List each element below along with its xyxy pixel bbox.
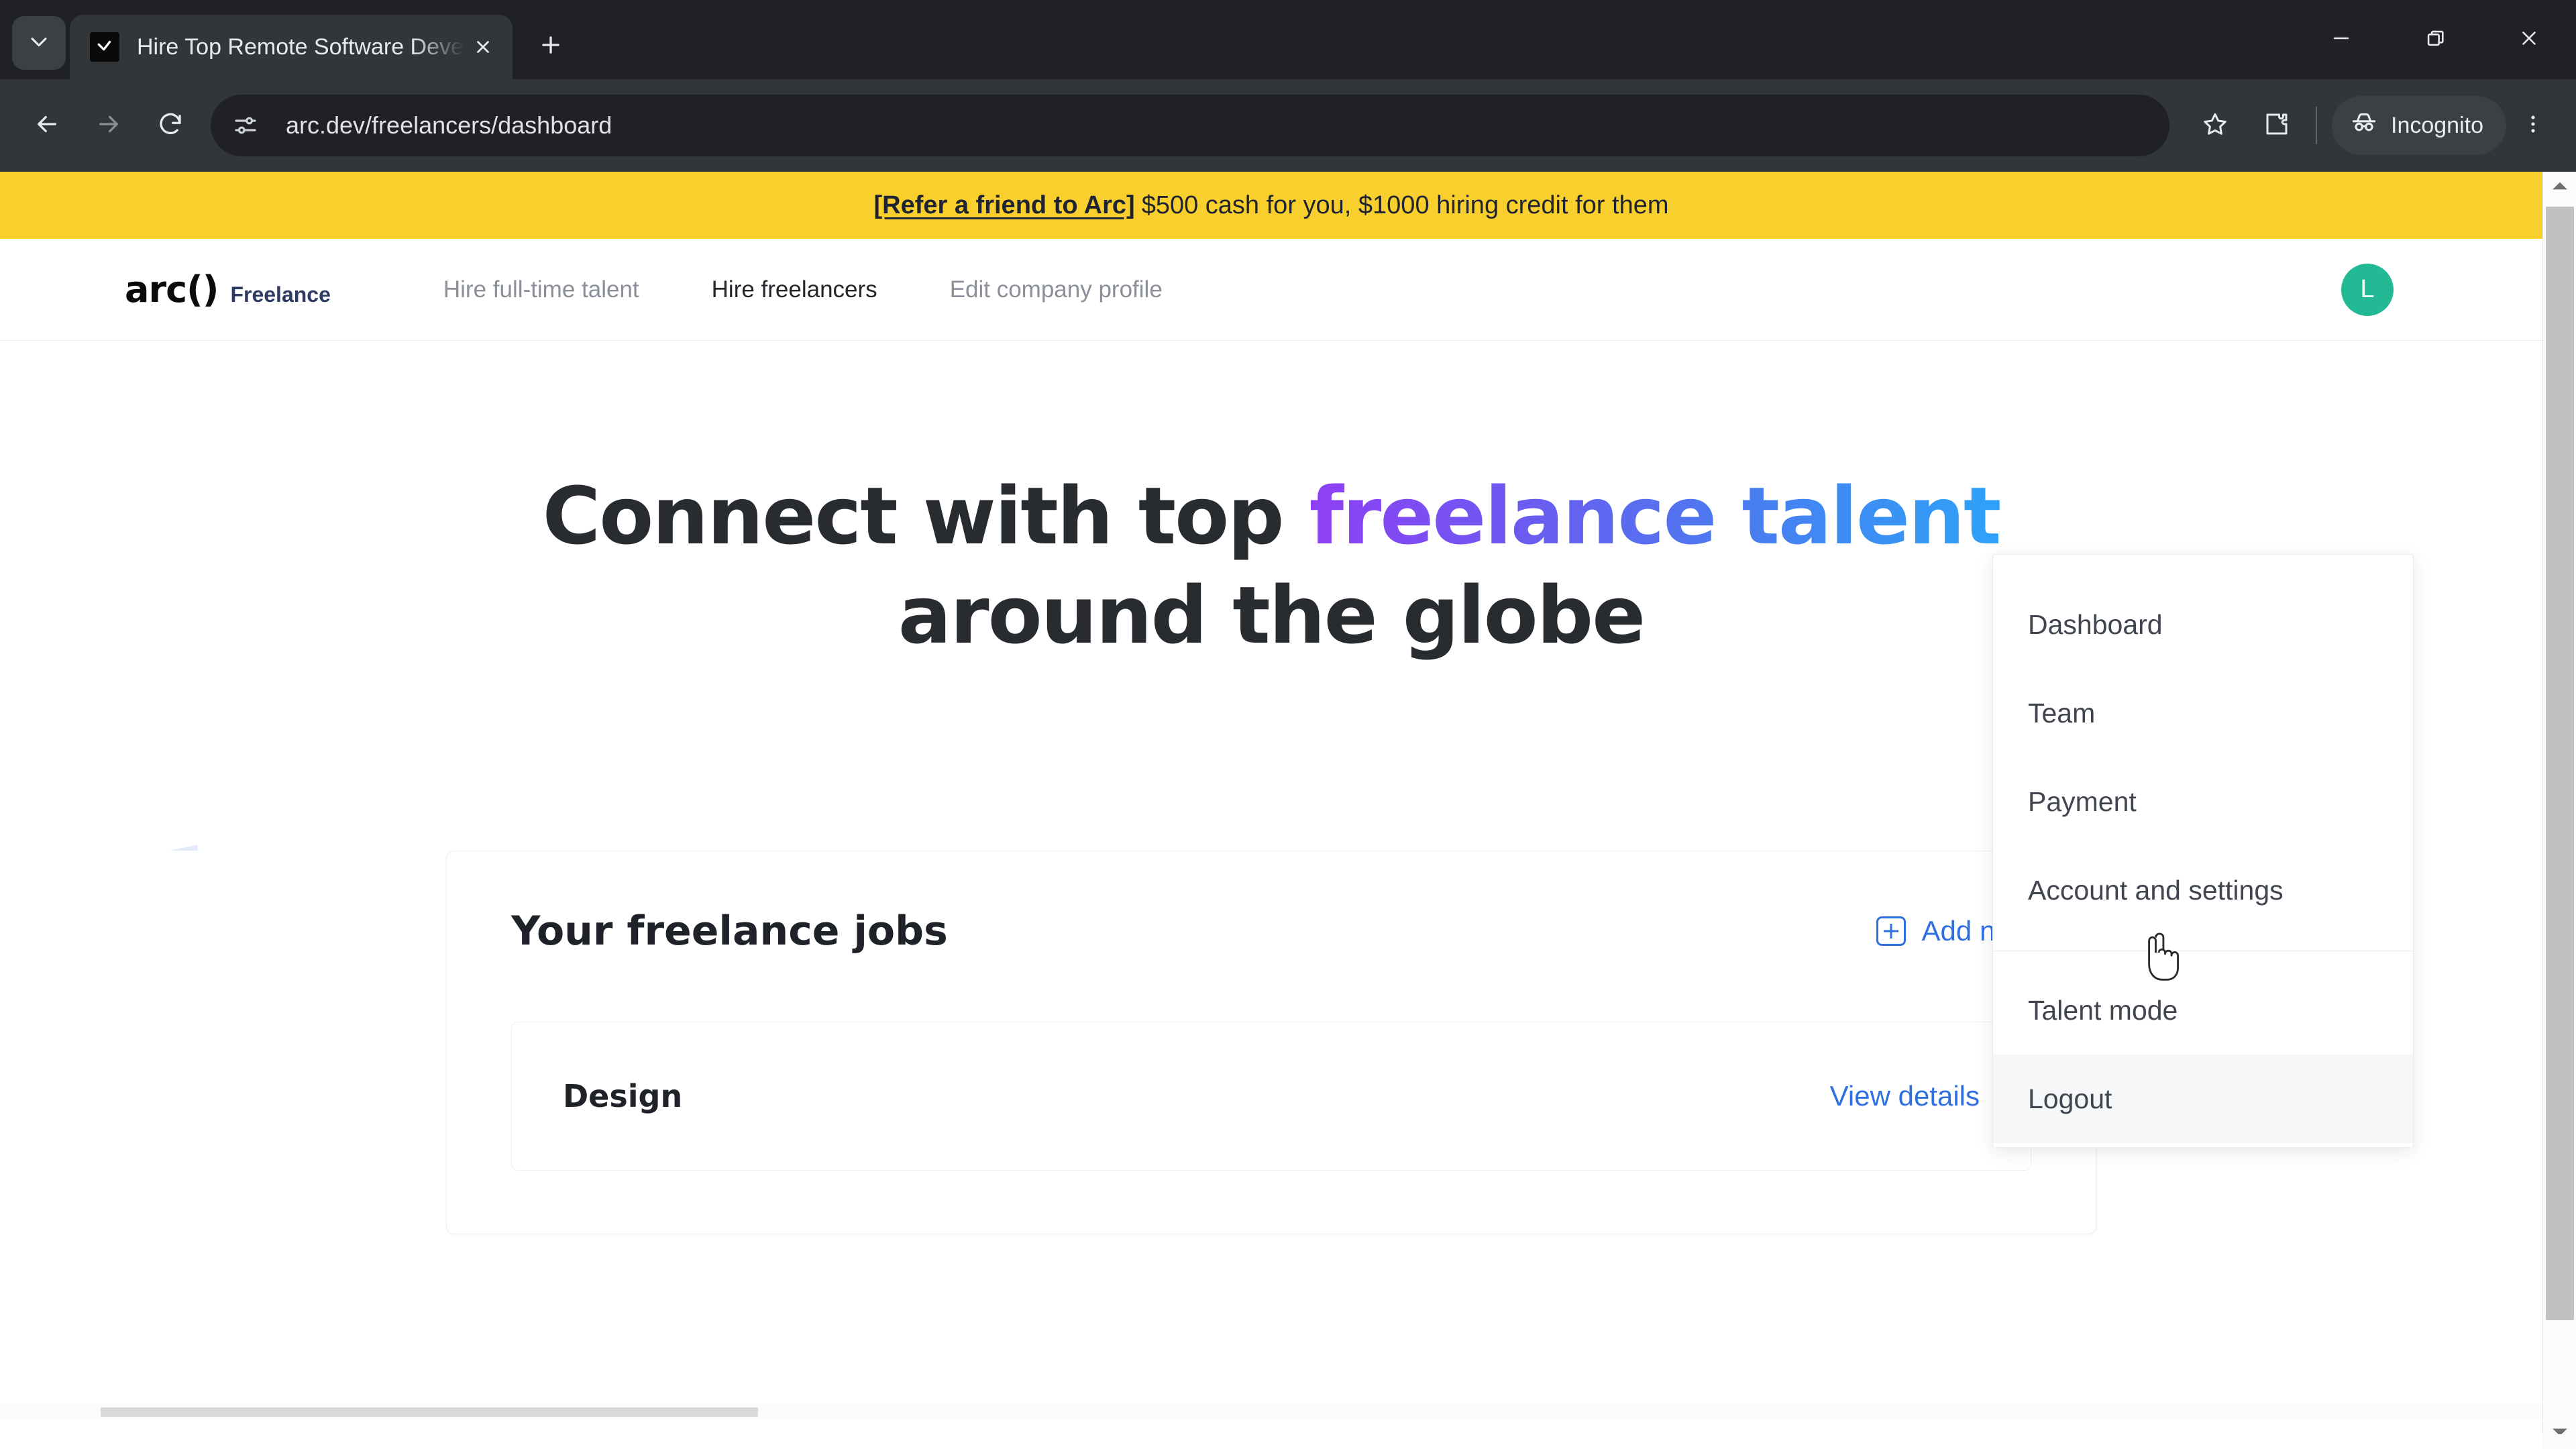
incognito-label: Incognito <box>2391 112 2483 138</box>
close-window-button[interactable] <box>2482 0 2576 79</box>
extensions-button[interactable] <box>2246 95 2308 156</box>
caret-up-icon <box>2551 180 2569 195</box>
nav-item-hire-full-time-talent[interactable]: Hire full-time talent <box>443 276 639 303</box>
logo-mark: arc() <box>125 268 219 311</box>
job-name: Design <box>563 1078 683 1114</box>
page-title: Your freelance jobs <box>511 908 948 955</box>
javascript-logo-icon: JS <box>150 845 207 851</box>
plus-icon <box>538 32 564 61</box>
arc-logo[interactable]: arc() Freelance <box>125 268 331 311</box>
mouse-cursor <box>2141 932 2183 983</box>
vertical-scrollbar-thumb[interactable] <box>2546 207 2574 1320</box>
reload-icon <box>156 110 184 142</box>
incognito-icon <box>2349 108 2391 144</box>
arrow-right-icon <box>95 110 123 142</box>
plus-square-icon <box>1876 916 1906 946</box>
nav-links: Hire full-time talent Hire freelancers E… <box>443 276 1235 303</box>
chrome-menu-button[interactable] <box>2506 95 2560 156</box>
scroll-up-button[interactable] <box>2543 172 2576 203</box>
maximize-button[interactable] <box>2388 0 2482 79</box>
page-content: [Refer a friend to Arc] $500 cash for yo… <box>0 172 2542 1419</box>
forward-button[interactable] <box>78 95 140 156</box>
tab-search-button[interactable] <box>12 16 66 70</box>
url-text: arc.dev/freelancers/dashboard <box>286 111 612 139</box>
vertical-scrollbar[interactable] <box>2542 172 2576 1449</box>
referral-banner-text: $500 cash for you, $1000 hiring credit f… <box>1141 191 1669 219</box>
browser-toolbar: arc.dev/freelancers/dashboard Incognito <box>0 79 2576 172</box>
avatar-initial: L <box>2360 275 2375 303</box>
star-icon <box>2201 110 2229 142</box>
hero-heading-gradient: freelance talent <box>1309 470 2002 562</box>
horizontal-scrollbar-thumb[interactable] <box>101 1407 758 1417</box>
logo-subtitle: Freelance <box>230 282 331 307</box>
browser-tab[interactable]: Hire Top Remote Software Deve <box>70 15 513 79</box>
account-dropdown-menu: Dashboard Team Payment Account and setti… <box>1992 554 2414 1148</box>
menu-item-talent-mode[interactable]: Talent mode <box>1993 966 2413 1055</box>
view-details-link[interactable]: View details <box>1830 1080 1980 1112</box>
window-controls <box>2294 0 2576 79</box>
hero-heading-plain: Connect with top <box>542 470 1309 562</box>
incognito-indicator[interactable]: Incognito <box>2332 96 2506 155</box>
freelance-jobs-panel: Your freelance jobs Add new Design View … <box>446 851 2096 1234</box>
close-icon[interactable] <box>464 28 502 66</box>
site-navbar: arc() Freelance Hire full-time talent Hi… <box>0 239 2542 341</box>
chevron-down-icon <box>28 30 50 56</box>
more-vertical-icon <box>2522 113 2544 139</box>
toolbar-divider <box>2316 107 2317 144</box>
new-tab-button[interactable] <box>526 21 576 71</box>
menu-item-dashboard[interactable]: Dashboard <box>1993 580 2413 669</box>
minimize-button[interactable] <box>2294 0 2388 79</box>
menu-item-logout[interactable]: Logout <box>1993 1055 2413 1143</box>
scrollbar-corner <box>2542 1434 2576 1449</box>
horizontal-scrollbar[interactable] <box>0 1405 2542 1419</box>
menu-item-team[interactable]: Team <box>1993 669 2413 757</box>
reload-button[interactable] <box>140 95 201 156</box>
nav-item-edit-company-profile[interactable]: Edit company profile <box>950 276 1163 303</box>
close-icon <box>2518 27 2540 53</box>
menu-item-account-and-settings[interactable]: Account and settings <box>1993 846 2413 934</box>
page-viewport: [Refer a friend to Arc] $500 cash for yo… <box>0 172 2576 1449</box>
back-button[interactable] <box>16 95 78 156</box>
minimize-icon <box>2330 27 2353 53</box>
refer-a-friend-link[interactable]: [Refer a friend to Arc] <box>874 191 1135 220</box>
menu-item-payment[interactable]: Payment <box>1993 757 2413 846</box>
tab-title: Hire Top Remote Software Deve <box>137 34 464 60</box>
referral-banner: [Refer a friend to Arc] $500 cash for yo… <box>0 172 2542 239</box>
browser-window: Hire Top Remote Software Deve arc.dev/fr… <box>0 0 2576 1449</box>
hero-heading-line1: Connect with top freelance talent <box>0 467 2542 566</box>
tune-icon[interactable] <box>220 100 271 151</box>
bookmark-button[interactable] <box>2184 95 2246 156</box>
nav-item-hire-freelancers[interactable]: Hire freelancers <box>712 276 877 303</box>
avatar[interactable]: L <box>2341 263 2394 316</box>
puzzle-icon <box>2263 110 2291 142</box>
arrow-left-icon <box>33 110 61 142</box>
jobs-panel-header: Your freelance jobs Add new <box>511 908 2031 955</box>
job-row[interactable]: Design View details <box>511 1022 2031 1171</box>
tab-strip: Hire Top Remote Software Deve <box>0 0 2576 79</box>
address-bar[interactable]: arc.dev/freelancers/dashboard <box>211 95 2169 156</box>
restore-icon <box>2424 27 2447 53</box>
arc-favicon-icon <box>90 32 119 62</box>
